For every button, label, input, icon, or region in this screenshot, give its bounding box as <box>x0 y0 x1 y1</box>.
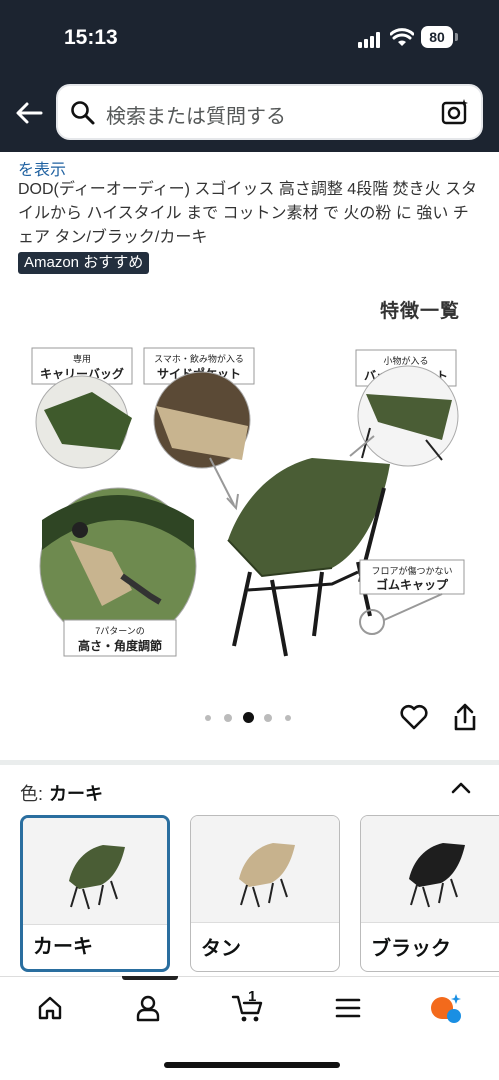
status-bar: 15:13 80 <box>0 24 499 52</box>
camera-search-icon[interactable] <box>441 98 469 126</box>
carousel-dot[interactable] <box>264 714 272 722</box>
battery-tip <box>455 33 458 41</box>
battery-icon: 80 <box>421 26 453 48</box>
menu-icon <box>335 998 361 1018</box>
carousel-dot[interactable] <box>224 714 232 722</box>
color-label: 色: <box>20 784 44 804</box>
back-arrow-icon <box>16 102 43 124</box>
share-icon[interactable] <box>452 702 478 732</box>
product-image[interactable]: 専用 キャリーバッグ スマホ・飲み物が入る サイドポケット 小物が入る バックポ… <box>22 340 478 670</box>
swatch-image <box>23 818 167 924</box>
rufus-icon <box>431 994 461 1023</box>
search-bar[interactable]: 検索または質問する <box>56 84 483 140</box>
callout-carry-bag-small: 専用 <box>73 353 91 364</box>
nav-home[interactable] <box>32 990 68 1026</box>
color-option-label: ブラック <box>371 938 451 960</box>
show-link[interactable]: を表示 <box>18 156 66 180</box>
carousel-dot[interactable] <box>285 715 291 721</box>
carry-bag-callout: 専用 キャリーバッグ <box>31 347 133 469</box>
carousel-dot-active[interactable] <box>243 712 254 723</box>
status-time: 15:13 <box>64 26 118 49</box>
color-option-tan[interactable]: タン <box>190 815 340 972</box>
adjust-callout: 7パターンの 高さ・角度調節 <box>63 619 177 657</box>
main-chair <box>227 458 390 657</box>
nav-rufus[interactable] <box>428 990 464 1026</box>
search-icon <box>71 101 95 125</box>
callout-adjust-small: 7パターンの <box>95 626 145 636</box>
callout-rubber-cap: ゴムキャップ <box>376 577 449 592</box>
amazon-choice-badge: Amazon おすすめ <box>18 252 150 274</box>
back-button[interactable] <box>12 96 46 130</box>
nav-account[interactable] <box>130 990 166 1026</box>
carousel-dot[interactable] <box>205 715 211 721</box>
wifi-icon <box>390 28 414 46</box>
section-divider <box>0 760 499 765</box>
callout-adjust: 高さ・角度調節 <box>78 638 162 653</box>
swatch-divider <box>23 924 167 925</box>
account-icon <box>136 995 160 1022</box>
callout-rubber-cap-small: フロアが傷つかない <box>371 565 452 576</box>
color-option-label: タン <box>201 938 241 960</box>
cart-count: 1 <box>248 988 257 1005</box>
app-header: 15:13 80 検索または質問する <box>0 0 499 152</box>
features-label: 特徴一覧 <box>380 301 461 322</box>
callout-side-pocket-small: スマホ・飲み物が入る <box>154 353 244 364</box>
search-input[interactable]: 検索または質問する <box>106 100 286 129</box>
color-option-black[interactable]: ブラック <box>360 815 499 972</box>
chair-thumbnail-khaki <box>69 845 125 910</box>
heart-icon[interactable] <box>400 704 428 730</box>
color-option-khaki[interactable]: カーキ <box>20 815 170 972</box>
chevron-up-icon[interactable] <box>450 780 472 796</box>
home-indicator <box>164 1062 340 1068</box>
callout-back-pocket-small: 小物が入る <box>383 355 428 366</box>
signal-icon <box>358 32 382 48</box>
color-option-label: カーキ <box>33 936 93 958</box>
product-title: DOD(ディーオーディー) スゴイッス 高さ調整 4段階 焚き火 スタイルから … <box>18 181 478 246</box>
color-selected-value: カーキ <box>49 784 104 804</box>
active-tab-indicator <box>122 976 178 980</box>
swatch-divider <box>191 922 339 923</box>
swatch-image <box>361 816 499 922</box>
chair-thumbnail-black <box>409 843 465 908</box>
side-pocket-callout: スマホ・飲み物が入る サイドポケット <box>143 347 255 511</box>
back-pocket-callout: 小物が入る バックポケット <box>349 349 459 467</box>
nav-menu[interactable] <box>330 990 366 1026</box>
chair-thumbnail-tan <box>239 843 295 908</box>
color-selector-header: 色: カーキ <box>20 780 103 806</box>
swatch-image <box>191 816 339 922</box>
swatch-divider <box>361 922 499 923</box>
home-icon <box>38 996 62 1020</box>
